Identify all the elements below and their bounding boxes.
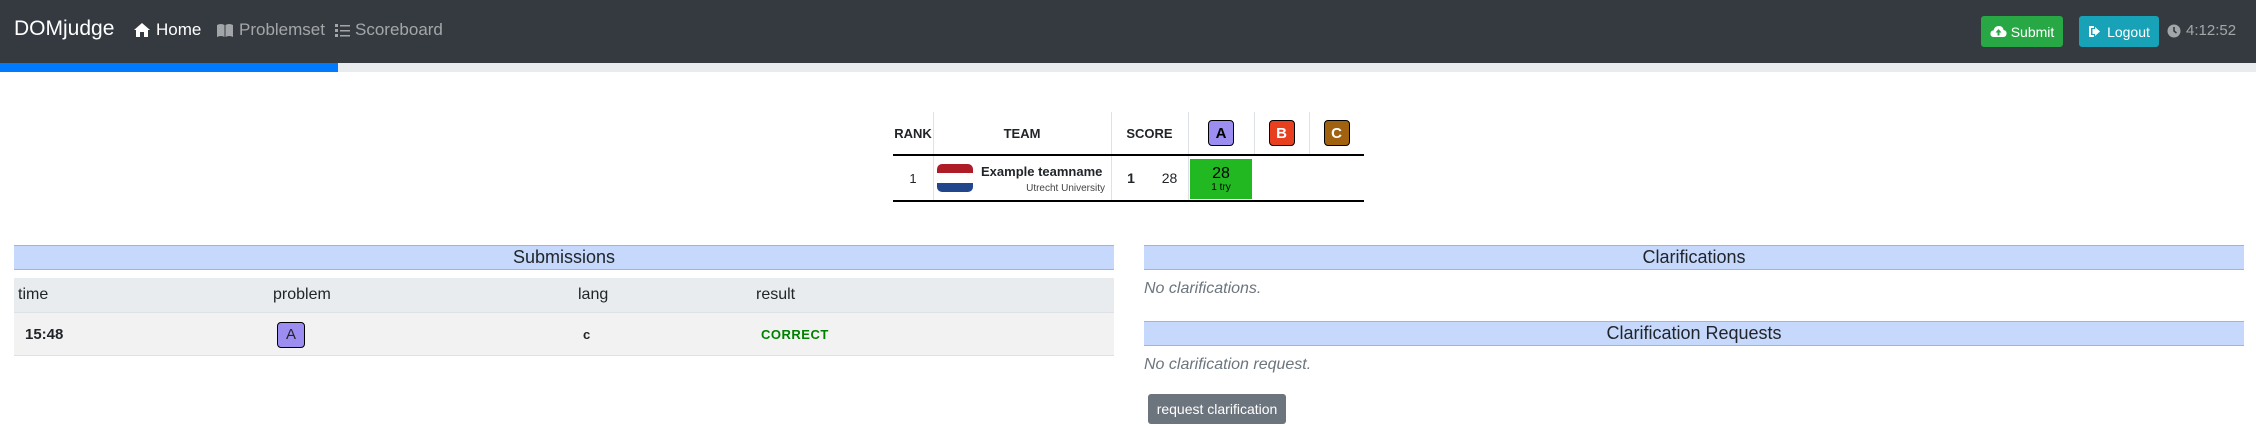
submissions-title: Submissions — [14, 245, 1114, 270]
problem-badge-a: A — [1208, 120, 1234, 146]
submission-problem: A — [277, 313, 305, 356]
scoreboard-table: RANK TEAM SCORE A B C 1 Example teamname… — [893, 112, 1364, 202]
team-affiliation: Utrecht University — [1026, 183, 1105, 194]
cloud-upload-icon — [1990, 26, 2007, 37]
logout-button[interactable]: Logout — [2079, 16, 2159, 47]
problem-badge: A — [277, 321, 305, 348]
no-clarifications-text: No clarifications. — [1144, 280, 1262, 297]
navbar: DOMjudge Home Problemset Scoreboard Subm… — [0, 0, 2256, 63]
clarifications-title: Clarifications — [1144, 245, 2244, 270]
contest-progress-fill — [0, 63, 339, 72]
submission-result: CORRECT — [761, 327, 829, 342]
nav-problemset-label: Problemset — [239, 20, 325, 39]
netherlands-flag-icon — [937, 164, 973, 192]
clock-icon — [2167, 24, 2181, 37]
team-solved: 1 — [1127, 170, 1135, 186]
brand-logo[interactable]: DOMjudge — [14, 17, 114, 41]
score-header: SCORE — [1126, 125, 1173, 141]
problem-a-time: 28 — [1212, 164, 1230, 182]
list-icon — [335, 23, 350, 37]
nav-scoreboard[interactable]: Scoreboard — [335, 20, 443, 40]
team-cell[interactable]: Example teamname Utrecht University — [933, 156, 1111, 200]
submission-lang: c — [583, 327, 591, 342]
clarification-requests-title: Clarification Requests — [1144, 321, 2244, 346]
table-row[interactable]: 15:48 A c CORRECT — [14, 313, 1114, 356]
sign-out-icon — [2089, 26, 2101, 37]
problem-badge-b: B — [1268, 120, 1295, 146]
col-result: result — [756, 286, 796, 303]
problem-header-a[interactable]: A — [1188, 112, 1254, 154]
col-lang: lang — [578, 286, 609, 303]
scoreboard-header: RANK TEAM SCORE A B C — [893, 112, 1364, 156]
col-time: time — [18, 286, 49, 303]
logout-button-label: Logout — [2107, 23, 2150, 40]
submissions-table: time problem lang result 15:48 A c CORRE… — [14, 278, 1114, 356]
home-icon — [134, 23, 150, 37]
scoreboard-row: 1 Example teamname Utrecht University 1 … — [893, 156, 1364, 202]
submission-time: 15:48 — [25, 326, 64, 343]
nav-home-label: Home — [156, 20, 202, 39]
submit-button-label: Submit — [2010, 23, 2055, 40]
contest-clock: 4:12:52 — [2167, 22, 2236, 39]
nav-home[interactable]: Home — [133, 20, 201, 40]
submit-button[interactable]: Submit — [1981, 16, 2063, 47]
rank-header: RANK — [894, 125, 932, 141]
contest-progress-bar — [0, 63, 2256, 72]
submissions-header: time problem lang result — [14, 278, 1114, 313]
problem-badge-c: C — [1323, 120, 1350, 146]
team-rank: 1 — [909, 170, 917, 186]
team-name: Example teamname — [981, 164, 1103, 179]
problem-header-b[interactable]: B — [1254, 112, 1309, 154]
team-penalty: 28 — [1161, 170, 1178, 186]
problem-a-tries: 1 try — [1211, 181, 1231, 193]
clock-time: 4:12:52 — [2186, 22, 2237, 39]
nav-scoreboard-label: Scoreboard — [355, 20, 443, 39]
col-problem: problem — [273, 286, 331, 303]
no-clarification-requests-text: No clarification request. — [1144, 356, 1312, 373]
request-clarification-button[interactable]: request clarification — [1148, 394, 1286, 424]
problem-header-c[interactable]: C — [1309, 112, 1364, 154]
problem-a-result[interactable]: 28 1 try — [1190, 159, 1252, 199]
book-icon — [217, 23, 233, 37]
nav-problemset[interactable]: Problemset — [216, 20, 325, 40]
team-header: TEAM — [1003, 125, 1041, 141]
